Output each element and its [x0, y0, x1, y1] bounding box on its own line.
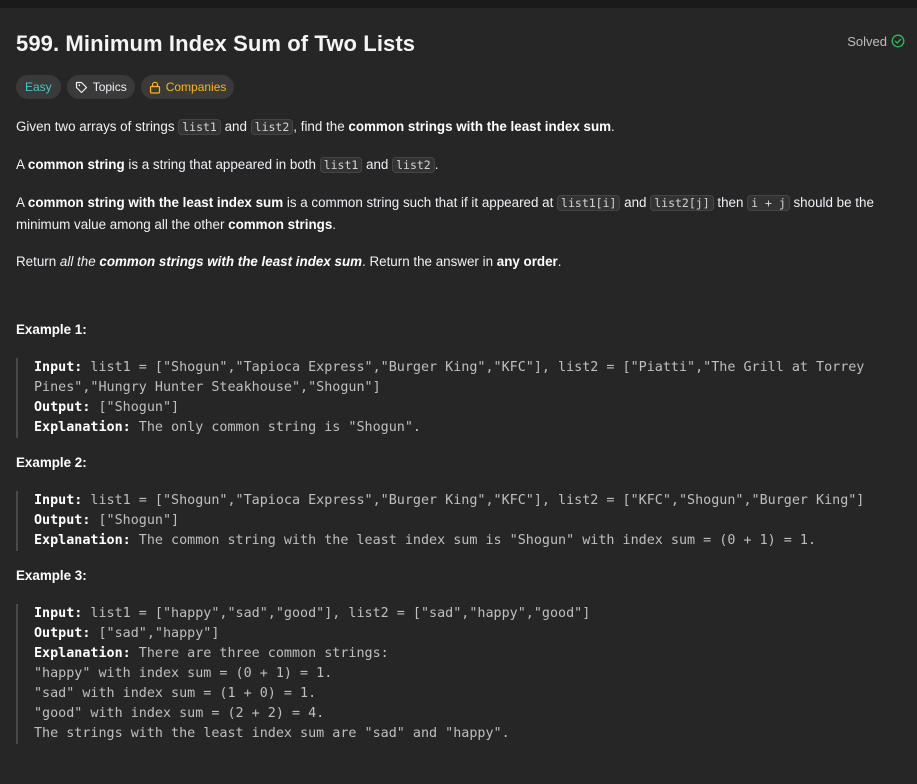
- companies-label: Companies: [165, 80, 227, 94]
- example-output-line: Output: ["Shogun"]: [34, 511, 906, 531]
- explanation-value: There are three common strings:: [130, 646, 389, 661]
- inline-code: i + j: [747, 195, 790, 211]
- bold-text: common strings: [228, 217, 333, 232]
- example-input-line: Input: list1 = ["Shogun","Tapioca Expres…: [34, 491, 906, 511]
- solved-label: Solved: [847, 33, 887, 49]
- inline-code: list1[i]: [557, 195, 621, 211]
- explanation-detail-line: "sad" with index sum = (1 + 0) = 1.: [34, 686, 317, 701]
- text: . Return the answer in: [362, 254, 497, 269]
- explanation-value: The only common string is "Shogun".: [130, 420, 421, 435]
- problem-description: Given two arrays of strings list1 and li…: [16, 116, 896, 288]
- example-title: Example 2:: [16, 455, 87, 470]
- text: A: [16, 157, 28, 172]
- example-input-line: Input: list1 = ["Shogun","Tapioca Expres…: [34, 358, 906, 378]
- text: then: [713, 195, 748, 210]
- explanation-label: Explanation:: [34, 646, 131, 661]
- description-paragraph: A common string is a string that appeare…: [16, 154, 896, 176]
- bold-text: common string with the least index sum: [27, 195, 284, 210]
- description-paragraph: Return all the common strings with the l…: [16, 251, 896, 272]
- italic-text: all the: [59, 254, 100, 269]
- output-value: ["Shogun"]: [90, 400, 180, 415]
- text: .: [434, 157, 439, 172]
- tag-icon: [75, 81, 88, 94]
- text: , find the: [293, 119, 349, 134]
- explanation-value: The common string with the least index s…: [130, 533, 817, 548]
- difficulty-label: Easy: [25, 80, 52, 94]
- text: .: [611, 119, 615, 134]
- bold-text: common string: [27, 157, 125, 172]
- explanation-label: Explanation:: [34, 533, 131, 548]
- bold-italic-text: common strings with the least index sum: [99, 254, 363, 269]
- output-value: ["Shogun"]: [90, 513, 180, 528]
- text: and: [620, 195, 651, 210]
- inline-code: list1: [319, 157, 363, 173]
- input-label: Input:: [34, 360, 83, 375]
- text: and: [362, 157, 393, 172]
- explanation-detail-line: "happy" with index sum = (0 + 1) = 1.: [34, 666, 333, 681]
- topics-label: Topics: [92, 80, 127, 94]
- output-label: Output:: [34, 626, 91, 641]
- input-value-continued: Pines","Hungry Hunter Steakhouse","Shogu…: [34, 380, 381, 395]
- description-paragraph: A common string with the least index sum…: [16, 192, 896, 235]
- inline-code: list2: [392, 157, 435, 173]
- input-value: list1 = ["Shogun","Tapioca Express","Bur…: [82, 493, 865, 508]
- bold-text: common strings with the least index sum: [348, 119, 612, 134]
- companies-button[interactable]: Companies: [140, 75, 235, 99]
- inline-code: list1: [178, 119, 221, 135]
- text: is a common string such that if it appea…: [283, 195, 558, 210]
- output-label: Output:: [34, 400, 91, 415]
- example-output-line: Output: ["sad","happy"]: [34, 624, 906, 644]
- example-explanation-line: Explanation: The common string with the …: [34, 531, 906, 551]
- explanation-detail-line: "good" with index sum = (2 + 2) = 4.: [34, 706, 325, 721]
- title-row: 599. Minimum Index Sum of Two Lists Solv…: [16, 31, 905, 57]
- output-value: ["sad","happy"]: [90, 626, 220, 641]
- explanation-detail-line: The strings with the least index sum are…: [34, 726, 510, 741]
- example-block: Input: list1 = ["happy","sad","good"], l…: [16, 604, 906, 744]
- text: .: [332, 217, 337, 232]
- tag-row: Easy Topics Companies: [16, 75, 235, 99]
- example-explanation-line: Explanation: There are three common stri…: [34, 644, 906, 664]
- input-value: list1 = ["Shogun","Tapioca Express","Bur…: [82, 360, 865, 375]
- example-block: Input: list1 = ["Shogun","Tapioca Expres…: [16, 358, 906, 438]
- input-label: Input:: [34, 606, 83, 621]
- inline-code: list2: [250, 119, 294, 135]
- lock-icon: [149, 81, 161, 94]
- example-output-line: Output: ["Shogun"]: [34, 398, 906, 418]
- problem-title[interactable]: 599. Minimum Index Sum of Two Lists: [16, 31, 415, 57]
- bold-text: any order: [496, 254, 558, 269]
- check-circle-icon: [891, 34, 905, 48]
- example-input-line: Input: list1 = ["happy","sad","good"], l…: [34, 604, 906, 624]
- topics-button[interactable]: Topics: [66, 75, 135, 99]
- output-label: Output:: [34, 513, 91, 528]
- input-label: Input:: [34, 493, 83, 508]
- solved-status: Solved: [847, 34, 905, 49]
- example-title: Example 3:: [16, 568, 87, 583]
- top-bar: [0, 0, 917, 8]
- text: .: [557, 254, 562, 269]
- description-paragraph: Given two arrays of strings list1 and li…: [16, 116, 896, 138]
- inline-code: list2[j]: [650, 195, 714, 211]
- text: Given two arrays of strings: [16, 119, 179, 134]
- text: is a string that appeared in both: [124, 157, 320, 172]
- text: Return: [16, 254, 60, 269]
- example-explanation-line: Explanation: The only common string is "…: [34, 418, 906, 438]
- input-value: list1 = ["happy","sad","good"], list2 = …: [82, 606, 591, 621]
- difficulty-badge: Easy: [16, 75, 61, 99]
- example-title: Example 1:: [16, 322, 87, 337]
- text: A: [16, 195, 28, 210]
- explanation-label: Explanation:: [34, 420, 131, 435]
- example-block: Input: list1 = ["Shogun","Tapioca Expres…: [16, 491, 906, 551]
- text: and: [220, 119, 251, 134]
